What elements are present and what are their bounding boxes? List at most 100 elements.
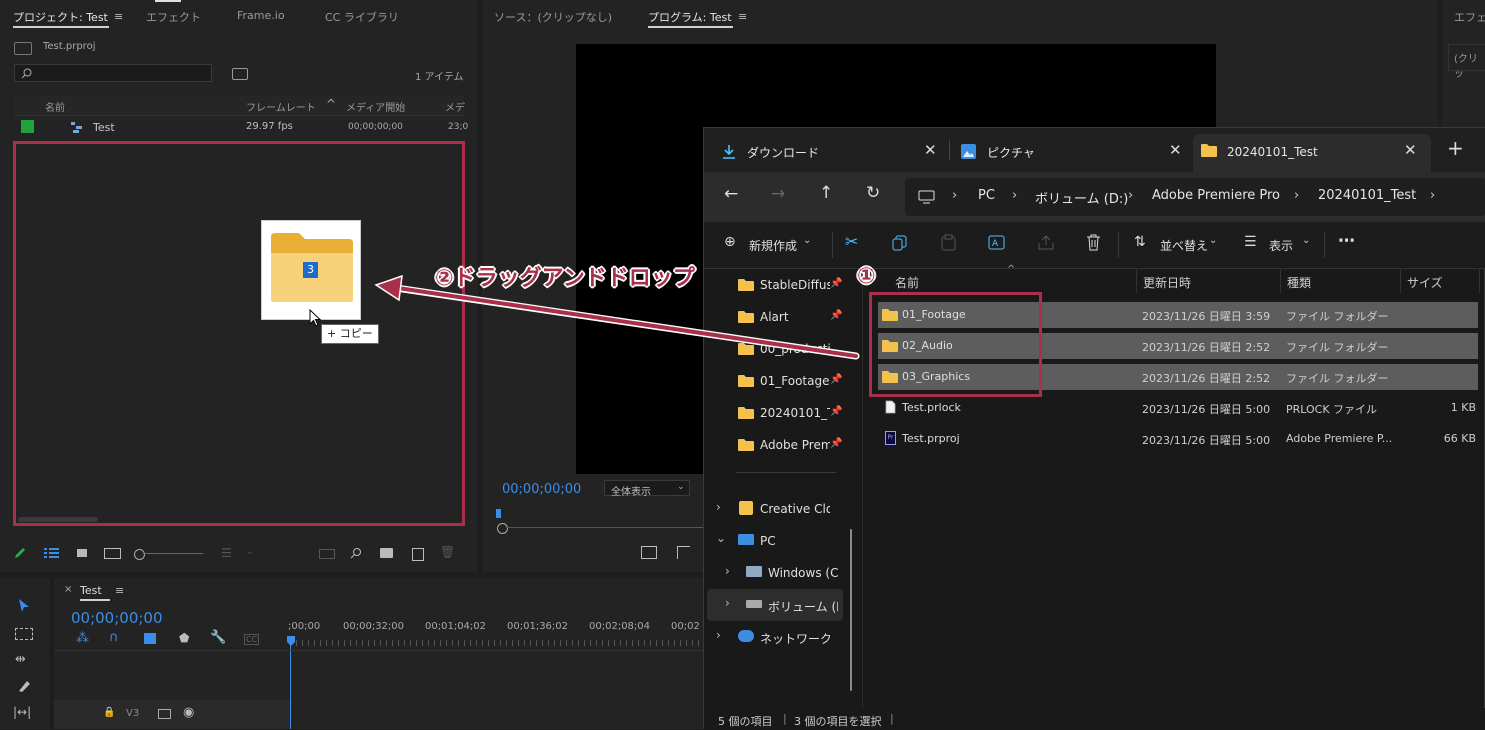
nest-icon[interactable]: ⁂ bbox=[76, 631, 89, 646]
add-marker-icon[interactable]: ⬟ bbox=[179, 631, 189, 645]
list-view-icon[interactable] bbox=[44, 547, 59, 559]
tab-source[interactable]: ソース：(クリップなし) bbox=[494, 9, 612, 25]
column-size[interactable]: サイズ bbox=[1407, 274, 1443, 291]
tab-effect-controls[interactable]: エフェ bbox=[1454, 9, 1485, 25]
sequence-tab[interactable]: Test bbox=[80, 584, 102, 597]
rename-icon[interactable]: A bbox=[988, 234, 1005, 251]
program-menu-icon[interactable]: ≡ bbox=[738, 10, 747, 23]
pencil-icon[interactable] bbox=[13, 546, 27, 560]
file-row[interactable]: Test.prlock 2023/11/26 日曜日 5:00 PRLOCK フ… bbox=[878, 395, 1478, 421]
track-select-tool-icon[interactable] bbox=[15, 628, 33, 640]
playhead-icon[interactable] bbox=[287, 636, 295, 646]
sort-chevron-icon[interactable]: ⌄ bbox=[246, 547, 254, 557]
eye-icon[interactable]: ◉ bbox=[183, 705, 194, 720]
new-item-icon[interactable] bbox=[412, 548, 424, 561]
sequence-menu-icon[interactable]: ≡ bbox=[115, 584, 124, 597]
snap-magnet-icon[interactable]: ∩ bbox=[109, 630, 119, 645]
selection-tool-icon[interactable] bbox=[17, 598, 31, 614]
new-tab-button[interactable]: + bbox=[1447, 136, 1464, 160]
col-media-start[interactable]: メディア開始 bbox=[346, 99, 405, 114]
zoom-slider-handle[interactable] bbox=[134, 549, 145, 560]
pane-divider[interactable] bbox=[862, 269, 863, 717]
close-tab-icon[interactable]: ✕ bbox=[1169, 141, 1182, 159]
linked-selection-icon[interactable] bbox=[144, 633, 156, 644]
expand-chevron-icon[interactable]: › bbox=[716, 500, 721, 514]
col-name[interactable]: 名前 bbox=[45, 99, 65, 114]
automate-icon[interactable] bbox=[319, 549, 335, 559]
file-row[interactable]: Pr Test.prproj 2023/11/26 日曜日 5:00 Adobe… bbox=[878, 426, 1478, 452]
close-tab-icon[interactable]: ✕ bbox=[924, 141, 937, 159]
sort-icon[interactable]: ☰ bbox=[221, 546, 232, 560]
panel-menu-icon[interactable]: ≡ bbox=[114, 10, 123, 23]
close-sequence-icon[interactable]: × bbox=[64, 584, 72, 595]
safe-margins-icon[interactable] bbox=[641, 546, 657, 559]
zoom-dropdown[interactable]: 全体表示 ⌄ bbox=[604, 480, 690, 498]
wrench-icon[interactable]: 🔧 bbox=[210, 630, 226, 645]
column-divider[interactable] bbox=[1280, 269, 1281, 293]
tab-project[interactable]: プロジェクト: Test bbox=[13, 9, 108, 25]
tab-effects[interactable]: エフェクト bbox=[146, 9, 201, 25]
back-button[interactable]: ← bbox=[724, 184, 738, 204]
lock-icon[interactable]: 🔒 bbox=[103, 707, 115, 718]
zoom-slider-track[interactable] bbox=[143, 553, 203, 554]
breadcrumb-pc[interactable]: PC bbox=[978, 188, 995, 203]
collapse-chevron-icon[interactable]: ⌄ bbox=[716, 531, 726, 545]
new-button[interactable]: ⊕ 新規作成 ⌄ bbox=[724, 234, 824, 256]
tab-program[interactable]: プログラム: Test bbox=[648, 9, 732, 25]
captions-icon[interactable]: CC bbox=[244, 634, 260, 645]
icon-view-icon[interactable] bbox=[77, 549, 87, 557]
quick-access-item[interactable]: Adobe Premi 📌 bbox=[704, 429, 844, 461]
razor-tool-icon[interactable] bbox=[17, 679, 31, 693]
nav-scrollbar[interactable] bbox=[850, 529, 852, 691]
timeline-timecode[interactable]: 00;00;00;00 bbox=[71, 609, 163, 627]
col-framerate[interactable]: フレームレート bbox=[246, 99, 316, 114]
nav-network[interactable]: › ネットワーク bbox=[704, 621, 844, 653]
breadcrumb-premiere[interactable]: Adobe Premiere Pro bbox=[1152, 188, 1280, 203]
nav-pc[interactable]: ⌄ PC bbox=[704, 525, 844, 557]
up-button[interactable]: ↑ bbox=[819, 183, 833, 203]
export-frame-icon[interactable] bbox=[677, 546, 690, 559]
project-search-input[interactable] bbox=[14, 64, 212, 82]
quick-access-item[interactable]: 20240101_Tes 📌 bbox=[704, 397, 844, 429]
breadcrumb-volume-d[interactable]: ボリューム (D:) bbox=[1035, 188, 1128, 207]
quick-access-item[interactable]: 01_Footage 📌 bbox=[704, 365, 844, 397]
freeform-view-icon[interactable] bbox=[104, 548, 121, 559]
project-item-row[interactable]: Test 29.97 fps 00;00;00;00 23;0 bbox=[14, 116, 468, 138]
column-divider[interactable] bbox=[1136, 269, 1137, 293]
paste-icon[interactable] bbox=[941, 234, 956, 251]
cut-icon[interactable]: ✂ bbox=[845, 232, 858, 251]
tab-downloads[interactable]: ダウンロード ✕ bbox=[710, 134, 946, 172]
breadcrumb-folder[interactable]: 20240101_Test bbox=[1318, 188, 1416, 203]
sort-button[interactable]: ⇅ 並べ替え ⌄ bbox=[1134, 234, 1224, 256]
slip-tool-icon[interactable]: |↔| bbox=[13, 705, 31, 719]
nav-volume-d[interactable]: › ボリューム (D:) bbox=[707, 589, 843, 621]
breadcrumb-chevron-icon[interactable]: › bbox=[1430, 188, 1435, 203]
close-tab-icon[interactable]: ✕ bbox=[1404, 141, 1417, 159]
copy-icon[interactable] bbox=[892, 235, 907, 251]
view-button[interactable]: ☰ 表示 ⌄ bbox=[1244, 234, 1314, 256]
column-type[interactable]: 種類 bbox=[1287, 274, 1311, 291]
column-name[interactable]: 名前 bbox=[895, 274, 919, 291]
new-bin-from-search-icon[interactable] bbox=[232, 68, 248, 80]
more-options-icon[interactable]: ⋯ bbox=[1338, 231, 1355, 251]
playhead-handle[interactable] bbox=[497, 523, 508, 534]
refresh-button[interactable]: ↻ bbox=[866, 183, 880, 203]
playhead-marker[interactable] bbox=[496, 509, 501, 518]
nav-creative-cloud[interactable]: › Creative Cloud F bbox=[704, 493, 844, 525]
expand-chevron-icon[interactable]: › bbox=[725, 564, 730, 578]
delete-icon[interactable] bbox=[1086, 234, 1101, 251]
expand-chevron-icon[interactable]: › bbox=[725, 596, 730, 610]
column-divider[interactable] bbox=[1479, 269, 1480, 293]
share-icon[interactable] bbox=[1038, 235, 1054, 250]
address-bar[interactable]: › PC › ボリューム (D:) › Adobe Premiere Pro ›… bbox=[905, 178, 1485, 216]
forward-button[interactable]: → bbox=[771, 184, 785, 204]
tab-cc-libraries[interactable]: CC ライブラリ bbox=[325, 9, 399, 25]
scrub-bar[interactable] bbox=[506, 527, 706, 528]
find-icon[interactable] bbox=[350, 547, 362, 559]
column-divider[interactable] bbox=[1400, 269, 1401, 293]
tab-20240101-test[interactable]: 20240101_Test ✕ bbox=[1193, 134, 1431, 172]
program-timecode[interactable]: 00;00;00;00 bbox=[502, 482, 581, 497]
column-date[interactable]: 更新日時 bbox=[1143, 274, 1191, 291]
col-media-extra[interactable]: メデ bbox=[445, 99, 465, 114]
tab-frameio[interactable]: Frame.io bbox=[237, 9, 285, 22]
